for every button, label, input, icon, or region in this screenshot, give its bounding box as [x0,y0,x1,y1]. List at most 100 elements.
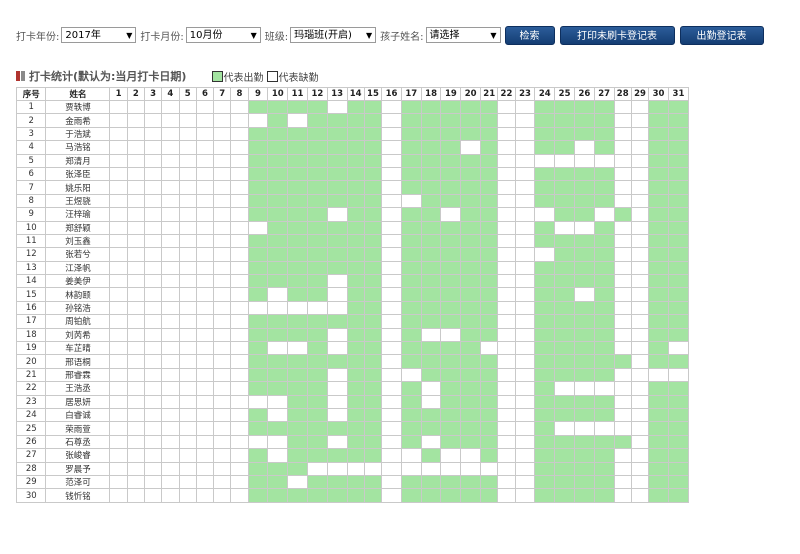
class-select[interactable]: 玛瑙班(开启) ▼ [290,27,377,43]
attendance-absent-cell [480,341,499,356]
attendance-present-cell [363,166,383,182]
table-row: 23 居思妍 [15,394,690,409]
attendance-absent-cell [554,381,575,396]
attendance-absent-cell [230,407,249,423]
attendance-absent-cell [381,274,402,289]
attendance-present-cell [574,260,595,276]
search-button[interactable]: 检索 [504,25,555,45]
attendance-absent-cell [613,341,632,356]
attendance-present-cell [534,461,556,476]
attendance-present-cell [648,180,669,195]
attendance-present-cell [667,287,690,302]
attendance-absent-cell [126,381,145,396]
print-unswiped-button[interactable]: 打印未刷卡登记表 [559,25,675,45]
attendance-absent-cell [593,153,615,168]
attendance-present-cell [267,233,289,249]
attendance-absent-cell [178,233,197,249]
attendance-present-cell [667,300,690,316]
attendance-present-cell [287,448,308,463]
attendance-present-cell [346,287,365,302]
attendance-present-cell [593,166,615,182]
attendance-present-cell [363,260,383,276]
attendance-present-cell [440,488,462,503]
table-row: 4 马浩铭 [15,140,690,155]
attendance-absent-cell [143,367,163,383]
attendance-absent-cell [514,193,536,209]
attendance-present-cell [346,448,365,463]
attendance-present-cell [593,180,615,195]
attendance-present-cell [400,260,422,276]
attendance-present-cell [460,207,482,222]
table-row: 10 郑舒颖 [15,220,690,235]
attendance-absent-cell [630,341,650,356]
attendance-absent-cell [440,461,462,476]
attendance-absent-cell [497,260,516,276]
attendance-present-cell [554,166,575,182]
attendance-present-cell [247,474,269,490]
attendance-absent-cell [613,113,632,128]
attendance-present-cell [420,220,442,235]
month-select[interactable]: 10月份 ▼ [185,27,261,43]
attendance-absent-cell [420,381,442,396]
day-header: 15 [363,87,383,101]
attendance-absent-cell [213,193,232,209]
attendance-absent-cell [161,220,180,235]
attendance-absent-cell [440,327,462,343]
attendance-absent-cell [161,287,180,302]
day-header: 21 [480,87,499,101]
attendance-present-cell [420,300,442,316]
attendance-absent-cell [514,233,536,249]
attendance-present-cell [420,193,442,209]
table-row: 9 汪梓瑜 [15,207,690,222]
attendance-absent-cell [630,367,650,383]
student-name: 江泽帆 [45,260,111,276]
row-index: 4 [15,140,47,155]
attendance-present-cell [480,260,499,276]
attendance-present-cell [400,166,422,182]
attendance-present-cell [420,126,442,142]
row-index: 14 [15,274,47,289]
attendance-absent-cell [126,488,145,503]
attendance-absent-cell [109,126,128,142]
attendance-absent-cell [126,274,145,289]
attendance-absent-cell [109,193,128,209]
attendance-absent-cell [195,287,215,302]
student-name: 罗晨予 [45,461,111,476]
student-name: 邢语桐 [45,354,111,369]
attendance-absent-cell [630,207,650,222]
year-select[interactable]: 2017年 ▼ [61,27,137,43]
attendance-present-cell [593,434,615,450]
attendance-absent-cell [195,488,215,503]
day-header: 18 [420,87,442,101]
attendance-present-cell [287,126,308,142]
attendance-absent-cell [230,153,249,168]
attendance-present-cell [480,407,499,423]
attendance-absent-cell [497,247,516,262]
row-index: 23 [15,394,47,409]
attendance-absent-cell [126,113,145,128]
attendance-present-cell [667,99,690,115]
attendance-absent-cell [381,220,402,235]
attendance-absent-cell [109,341,128,356]
attendance-sheet-button[interactable]: 出勤登记表 [679,25,764,45]
attendance-present-cell [648,394,669,409]
attendance-present-cell [267,354,289,369]
attendance-absent-cell [126,407,145,423]
attendance-present-cell [346,354,365,369]
attendance-present-cell [574,314,595,329]
attendance-absent-cell [178,287,197,302]
attendance-absent-cell [161,341,180,356]
attendance-absent-cell [195,260,215,276]
attendance-absent-cell [143,407,163,423]
attendance-present-cell [554,327,575,343]
attendance-present-cell [440,367,462,383]
attendance-absent-cell [326,341,348,356]
attendance-absent-cell [143,354,163,369]
attendance-present-cell [363,448,383,463]
attendance-present-cell [667,180,690,195]
attendance-present-cell [346,367,365,383]
day-header: 25 [554,87,575,101]
attendance-present-cell [420,207,442,222]
child-select[interactable]: 请选择 ▼ [425,27,501,43]
attendance-present-cell [346,233,365,249]
